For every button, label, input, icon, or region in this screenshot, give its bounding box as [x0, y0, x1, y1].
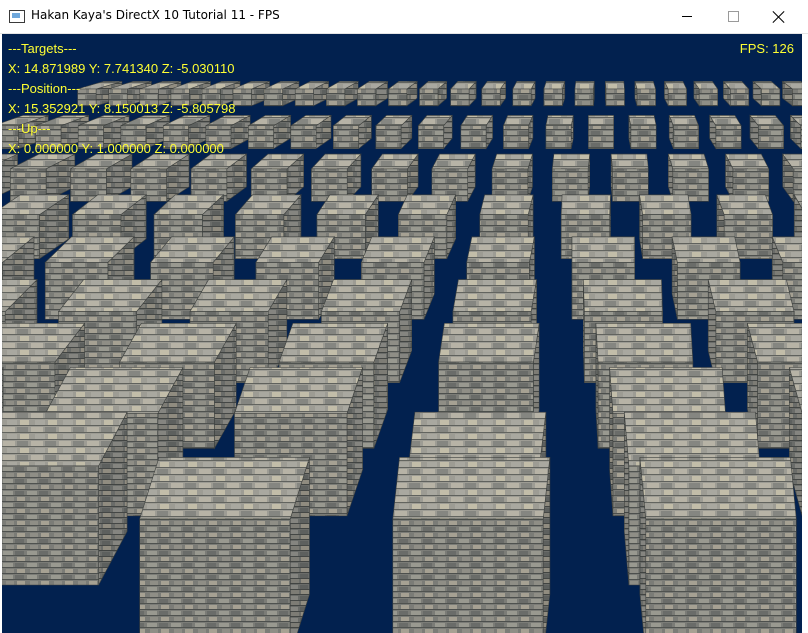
- close-icon: [773, 11, 785, 23]
- up-heading: ---Up---: [8, 121, 51, 136]
- stone-cube: [375, 114, 413, 150]
- stone-cube: [725, 153, 770, 202]
- stone-cube: [418, 80, 448, 107]
- maximize-button[interactable]: [710, 0, 756, 33]
- camera-debug-overlay: ---Targets--- X: 14.871989 Y: 7.741340 Z…: [8, 39, 235, 159]
- stone-cube: [431, 153, 476, 202]
- app-window-icon: [9, 10, 25, 23]
- stone-cube: [481, 80, 507, 107]
- close-button[interactable]: [756, 0, 802, 33]
- title-bar[interactable]: Hakan Kaya's DirectX 10 Tutorial 11 - FP…: [0, 0, 808, 34]
- maximize-icon: [727, 11, 739, 22]
- position-heading: ---Position---: [8, 81, 81, 96]
- up-value: X: 0.000000 Y: 1.000000 Z: 0.000000: [8, 141, 224, 156]
- stone-cube: [139, 457, 310, 633]
- stone-cube: [512, 81, 536, 107]
- app-window: Hakan Kaya's DirectX 10 Tutorial 11 - FP…: [0, 0, 808, 633]
- fps-counter: FPS: 126: [739, 41, 794, 56]
- stone-cube: [449, 80, 477, 107]
- stone-cube: [502, 115, 534, 149]
- stone-cube: [551, 153, 591, 202]
- stone-cube: [749, 114, 785, 150]
- stone-cube: [2, 411, 128, 586]
- minimize-icon: [682, 16, 692, 17]
- window-title: Hakan Kaya's DirectX 10 Tutorial 11 - FP…: [31, 8, 280, 22]
- stone-cube: [663, 81, 688, 107]
- stone-cube: [491, 153, 533, 202]
- stone-cube: [709, 114, 742, 150]
- stone-cube: [610, 153, 649, 202]
- stone-cube: [371, 153, 419, 203]
- stone-cube: [545, 115, 574, 149]
- stone-cube: [588, 115, 615, 149]
- stone-cube: [752, 80, 781, 107]
- targets-value: X: 14.871989 Y: 7.741340 Z: -5.030110: [8, 61, 235, 76]
- stone-cube: [543, 81, 566, 107]
- targets-heading: ---Targets---: [8, 41, 77, 56]
- position-value: X: 15.352921 Y: 8.150013 Z: -5.805798: [8, 101, 236, 116]
- stone-cube: [604, 81, 625, 107]
- stone-cube: [722, 80, 750, 107]
- minimize-button[interactable]: [664, 0, 710, 33]
- stone-cube: [574, 81, 595, 107]
- stone-cube: [628, 115, 657, 149]
- stone-cube: [634, 81, 657, 107]
- stone-cube: [639, 457, 797, 633]
- stone-cube: [668, 115, 700, 149]
- render-viewport[interactable]: ---Targets--- X: 14.871989 Y: 7.741340 Z…: [2, 34, 802, 633]
- stone-cube: [417, 114, 453, 150]
- stone-cube: [310, 153, 362, 203]
- stone-cube: [392, 457, 551, 633]
- stone-cube: [460, 114, 494, 150]
- stone-cube: [693, 80, 719, 107]
- stone-cube: [667, 153, 710, 202]
